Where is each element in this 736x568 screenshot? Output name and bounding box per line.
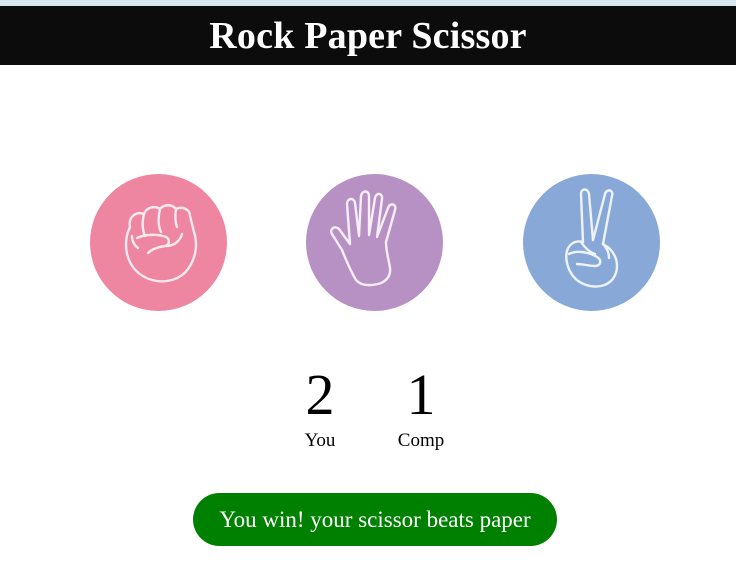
comp-score-value: 1 [406,362,436,427]
user-score-value: 2 [305,362,335,427]
open-hand-icon [306,174,443,311]
page-title: Rock Paper Scissor [209,14,527,57]
paper-choice-button[interactable] [306,174,443,311]
result-text: You win! your scissor beats paper [219,506,531,532]
scissor-circle [523,174,660,311]
rock-circle [90,174,227,311]
user-score: 2 You [280,362,360,452]
scissor-choice-button[interactable] [523,174,660,311]
paper-circle [306,174,443,311]
fist-icon [90,174,227,311]
rock-choice-button[interactable] [90,174,227,311]
header-bar: Rock Paper Scissor [0,6,736,65]
comp-score: 1 Comp [381,362,461,452]
user-score-label: You [304,430,336,451]
result-message: You win! your scissor beats paper [193,493,557,546]
comp-score-label: Comp [397,430,445,451]
peace-hand-icon [523,174,660,311]
